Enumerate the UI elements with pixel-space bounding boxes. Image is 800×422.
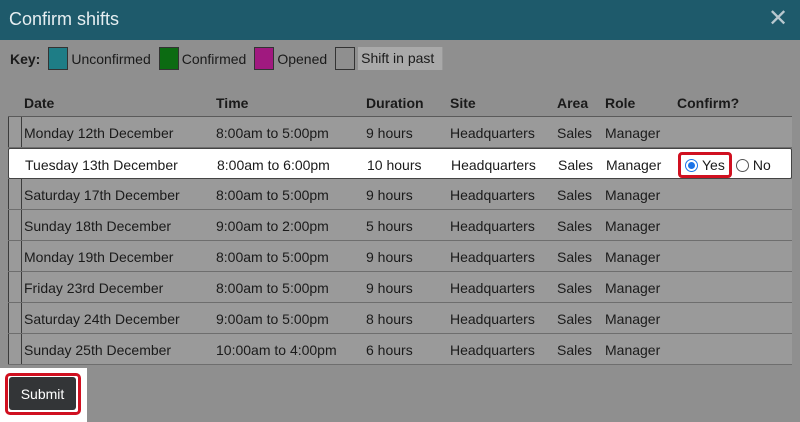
cell-area: Sales (557, 280, 593, 296)
confirmed-swatch (158, 47, 179, 70)
cell-site: Headquarters (450, 311, 535, 327)
table-row: Monday 12th December 8:00am to 5:00pm 9 … (8, 117, 792, 148)
cell-time: 8:00am to 5:00pm (216, 125, 329, 141)
cell-duration: 9 hours (366, 125, 413, 141)
cell-time: 8:00am to 6:00pm (217, 157, 330, 173)
cell-duration: 8 hours (366, 311, 413, 327)
cell-area: Sales (557, 342, 593, 358)
cell-date: Saturday 24th December (24, 311, 180, 327)
legend-text: Confirmed (181, 50, 247, 67)
cell-date: Saturday 17th December (24, 187, 180, 203)
status-bar (8, 272, 22, 302)
legend-text: Shift in past (358, 47, 444, 70)
dialog-titlebar: Confirm shifts ✕ (0, 0, 800, 40)
cell-duration: 6 hours (366, 342, 413, 358)
status-bar (8, 241, 22, 271)
cell-duration: 5 hours (366, 218, 413, 234)
cell-site: Headquarters (450, 218, 535, 234)
cell-duration: 10 hours (367, 157, 422, 173)
cell-duration: 9 hours (366, 280, 413, 296)
close-icon[interactable]: ✕ (768, 6, 788, 32)
cell-duration: 9 hours (366, 187, 413, 203)
legend-item-confirmed: Confirmed (158, 47, 247, 70)
cell-time: 9:00am to 5:00pm (216, 311, 329, 327)
status-bar (8, 179, 22, 209)
submit-container: Submit (0, 368, 87, 422)
cell-date: Monday 12th December (24, 125, 174, 141)
legend-text: Opened (277, 50, 328, 67)
cell-role: Manager (605, 280, 661, 296)
cell-site: Headquarters (450, 125, 535, 141)
header-role: Role (605, 95, 636, 111)
cell-duration: 9 hours (366, 249, 413, 265)
unconfirmed-swatch (48, 47, 69, 70)
cell-area: Sales (557, 311, 593, 327)
legend-text: Unconfirmed (71, 50, 151, 67)
cell-role: Manager (605, 218, 661, 234)
header-area: Area (557, 95, 589, 111)
status-bar (8, 117, 22, 147)
legend: Key: Unconfirmed Confirmed Opened Shift … (10, 47, 444, 70)
legend-item-past: Shift in past (335, 47, 444, 70)
cell-site: Headquarters (450, 342, 535, 358)
submit-button[interactable]: Submit (9, 377, 76, 410)
cell-site: Headquarters (450, 249, 535, 265)
cell-site: Headquarters (451, 157, 536, 173)
status-bar (8, 303, 22, 333)
cell-date: Sunday 18th December (24, 218, 172, 234)
cell-date: Monday 19th December (24, 249, 174, 265)
table-row: Sunday 18th December 9:00am to 2:00pm 5 … (8, 210, 792, 241)
cell-role: Manager (606, 157, 662, 173)
status-bar (8, 334, 22, 364)
cell-time: 8:00am to 5:00pm (216, 187, 329, 203)
table-row: Monday 19th December 8:00am to 5:00pm 9 … (8, 241, 792, 272)
table-row: Sunday 25th December 10:00am to 4:00pm 6… (8, 334, 792, 365)
dialog-title: Confirm shifts (9, 9, 120, 29)
cell-area: Sales (557, 218, 593, 234)
cell-area: Sales (557, 249, 593, 265)
shifts-table: Date Time Duration Site Area Role Confir… (8, 87, 792, 365)
header-time: Time (216, 95, 249, 111)
legend-item-opened: Opened (254, 47, 327, 70)
cell-area: Sales (557, 187, 593, 203)
cell-date: Tuesday 13th December (25, 157, 178, 173)
cell-time: 8:00am to 5:00pm (216, 249, 329, 265)
confirm-no-radio[interactable] (735, 158, 749, 172)
status-bar (8, 210, 22, 240)
header-duration: Duration (366, 95, 424, 111)
cell-area: Sales (558, 157, 594, 173)
table-row: Saturday 24th December 9:00am to 5:00pm … (8, 303, 792, 334)
table-row-selected[interactable]: Tuesday 13th December 8:00am to 6:00pm 1… (8, 148, 792, 179)
cell-time: 9:00am to 2:00pm (216, 218, 329, 234)
table-row: Friday 23rd December 8:00am to 5:00pm 9 … (8, 272, 792, 303)
cell-site: Headquarters (450, 280, 535, 296)
cell-role: Manager (605, 249, 661, 265)
cell-date: Sunday 25th December (24, 342, 172, 358)
confirm-yes-radio[interactable] (685, 158, 698, 172)
opened-swatch (254, 47, 275, 70)
header-date: Date (24, 95, 55, 111)
table-header: Date Time Duration Site Area Role Confir… (8, 87, 792, 117)
confirm-no-label[interactable]: No (753, 157, 771, 173)
cell-time: 8:00am to 5:00pm (216, 280, 329, 296)
confirm-yes-label[interactable]: Yes (702, 157, 725, 173)
cell-role: Manager (605, 342, 661, 358)
cell-time: 10:00am to 4:00pm (216, 342, 337, 358)
legend-label: Key: (10, 50, 41, 67)
past-swatch (335, 47, 356, 70)
cell-date: Friday 23rd December (24, 280, 164, 296)
confirm-no-option[interactable]: No (732, 152, 775, 178)
cell-site: Headquarters (450, 187, 535, 203)
header-confirm: Confirm? (677, 95, 740, 111)
table-row: Saturday 17th December 8:00am to 5:00pm … (8, 179, 792, 210)
confirm-yes-option[interactable]: Yes (678, 152, 732, 178)
cell-role: Manager (605, 187, 661, 203)
cell-area: Sales (557, 125, 593, 141)
cell-role: Manager (605, 125, 661, 141)
confirm-radio-group: Yes No (678, 152, 775, 178)
legend-item-unconfirmed: Unconfirmed (48, 47, 151, 70)
header-site: Site (450, 95, 476, 111)
cell-role: Manager (605, 311, 661, 327)
